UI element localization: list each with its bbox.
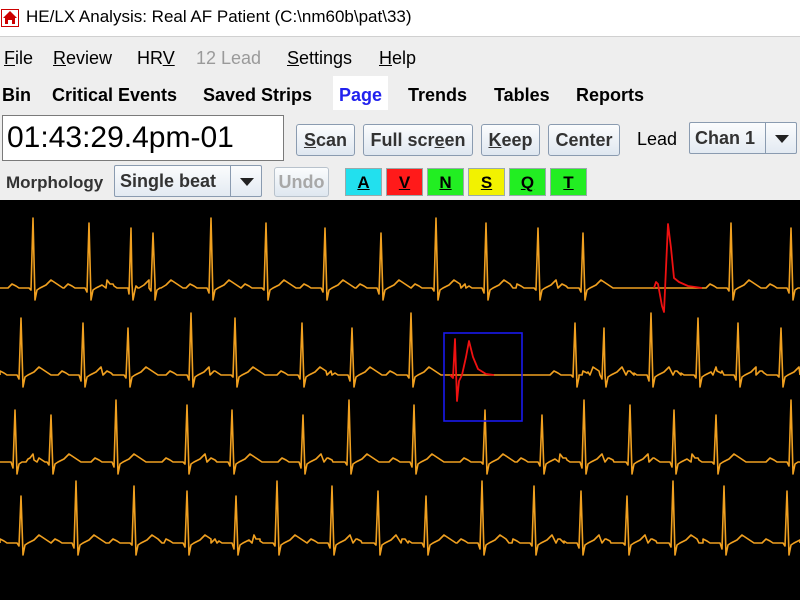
tab-trends[interactable]: Trends [408,76,467,110]
menu-help[interactable]: Help [379,48,416,69]
title-bar: HE/LX Analysis: Real AF Patient (C:\nm60… [0,0,800,37]
scan-button[interactable]: Scan [296,124,355,156]
tab-saved-strips[interactable]: Saved Strips [203,76,312,110]
classify-s-button[interactable]: S [468,168,505,196]
center-button[interactable]: Center [548,124,620,156]
menu-12-lead: 12 Lead [196,48,262,68]
tab-page[interactable]: Page [333,76,389,110]
tab-bar: Bin Critical Events Saved Strips Page Tr… [0,76,800,110]
classify-q-button[interactable]: Q [509,168,546,196]
lead-label: Lead [637,129,678,149]
ecg-trace-row [0,480,800,556]
full-screen-button[interactable]: Full screen [363,124,473,156]
lead-select[interactable]: Chan 1 [689,122,797,154]
tab-tables[interactable]: Tables [494,76,550,110]
ecg-page-view[interactable] [0,200,800,600]
keep-button[interactable]: Keep [481,124,540,156]
tab-critical-events[interactable]: Critical Events [52,76,177,110]
ecg-trace-row [0,312,800,388]
morphology-select[interactable]: Single beat [114,165,262,197]
morphology-label: Morphology [6,173,104,192]
classify-n-button[interactable]: N [427,168,464,196]
window-title: HE/LX Analysis: Real AF Patient (C:\nm60… [26,7,412,26]
ecg-trace-row [0,399,800,475]
ectopic-beat [653,223,703,313]
morphology-select-value: Single beat [120,171,217,191]
tab-reports[interactable]: Reports [576,76,644,110]
menu-hrv[interactable]: HRV [137,48,175,69]
undo-button: Undo [274,167,329,197]
menu-review[interactable]: Review [53,48,112,69]
ectopic-beat [449,338,495,402]
time-field[interactable]: 01:43:29.4pm-01 [2,115,284,161]
chevron-down-icon [240,178,254,186]
menu-bar: File Review HRV 12 Lead Settings Help [0,44,800,70]
classify-a-button[interactable]: A [345,168,382,196]
classify-v-button[interactable]: V [386,168,423,196]
app-icon [1,9,19,27]
ecg-trace-row [0,217,800,301]
tab-bin[interactable]: Bin [2,76,31,110]
menu-file[interactable]: File [4,48,33,69]
menu-settings[interactable]: Settings [287,48,352,69]
lead-select-value: Chan 1 [695,128,756,148]
chevron-down-icon [775,135,789,143]
ecg-traces[interactable] [0,200,800,600]
classify-t-button[interactable]: T [550,168,587,196]
